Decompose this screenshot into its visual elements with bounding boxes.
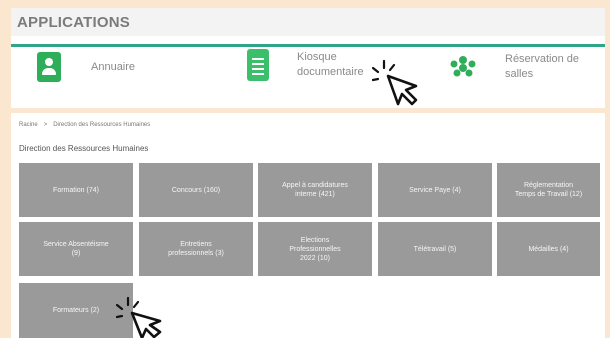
tile-service-paye[interactable]: Service Paye (4) — [378, 163, 492, 217]
contact-book-icon — [37, 52, 61, 82]
app-kiosque-label-line1: Kiosque — [297, 51, 337, 63]
click-cursor-icon — [372, 59, 418, 106]
app-kiosque-documentaire[interactable]: Kiosque documentaire — [247, 49, 364, 81]
breadcrumb-separator: > — [43, 122, 48, 128]
tile-service-absenteisme[interactable]: Service Absentéisme (9) — [19, 222, 133, 276]
app-row: Annuaire Kiosque documentaire Réservatio… — [11, 47, 605, 107]
breadcrumb-root[interactable]: Racine — [19, 122, 38, 128]
group-icon — [447, 54, 479, 80]
tile-concours[interactable]: Concours (160) — [139, 163, 253, 217]
applications-panel: APPLICATIONS Annuaire Kiosque documentai… — [11, 8, 605, 108]
tile-reglementation-temps-travail[interactable]: Réglementation Temps de Travail (12) — [497, 163, 600, 217]
tile-formation[interactable]: Formation (74) — [19, 163, 133, 217]
document-icon — [247, 49, 269, 81]
applications-title: APPLICATIONS — [17, 13, 130, 31]
section-title: Direction des Ressources Humaines — [19, 144, 149, 153]
tile-elections-professionnelles[interactable]: Elections Professionnelles 2022 (10) — [258, 222, 372, 276]
app-reservation-label-line1: Réservation de — [505, 53, 579, 65]
app-reservation-label-line2: salles — [505, 68, 534, 80]
breadcrumb-current: Direction des Ressources Humaines — [53, 122, 151, 128]
app-annuaire-label: Annuaire — [91, 60, 136, 73]
app-kiosque-label-line2: documentaire — [297, 66, 364, 78]
app-reservation-salles[interactable]: Réservation de salles — [447, 52, 579, 82]
breadcrumb: Racine > Direction des Ressources Humaines — [19, 122, 150, 128]
tile-medailles[interactable]: Médailles (4) — [497, 222, 600, 276]
applications-header: APPLICATIONS — [11, 8, 605, 36]
app-annuaire[interactable]: Annuaire — [37, 52, 135, 82]
tile-appel-candidatures[interactable]: Appel à candidatures interne (421) — [258, 163, 372, 217]
click-cursor-icon — [116, 296, 162, 338]
tile-entretiens-professionnels[interactable]: Entretiens professionnels (3) — [139, 222, 253, 276]
tile-teletravail[interactable]: Télétravail (5) — [378, 222, 492, 276]
